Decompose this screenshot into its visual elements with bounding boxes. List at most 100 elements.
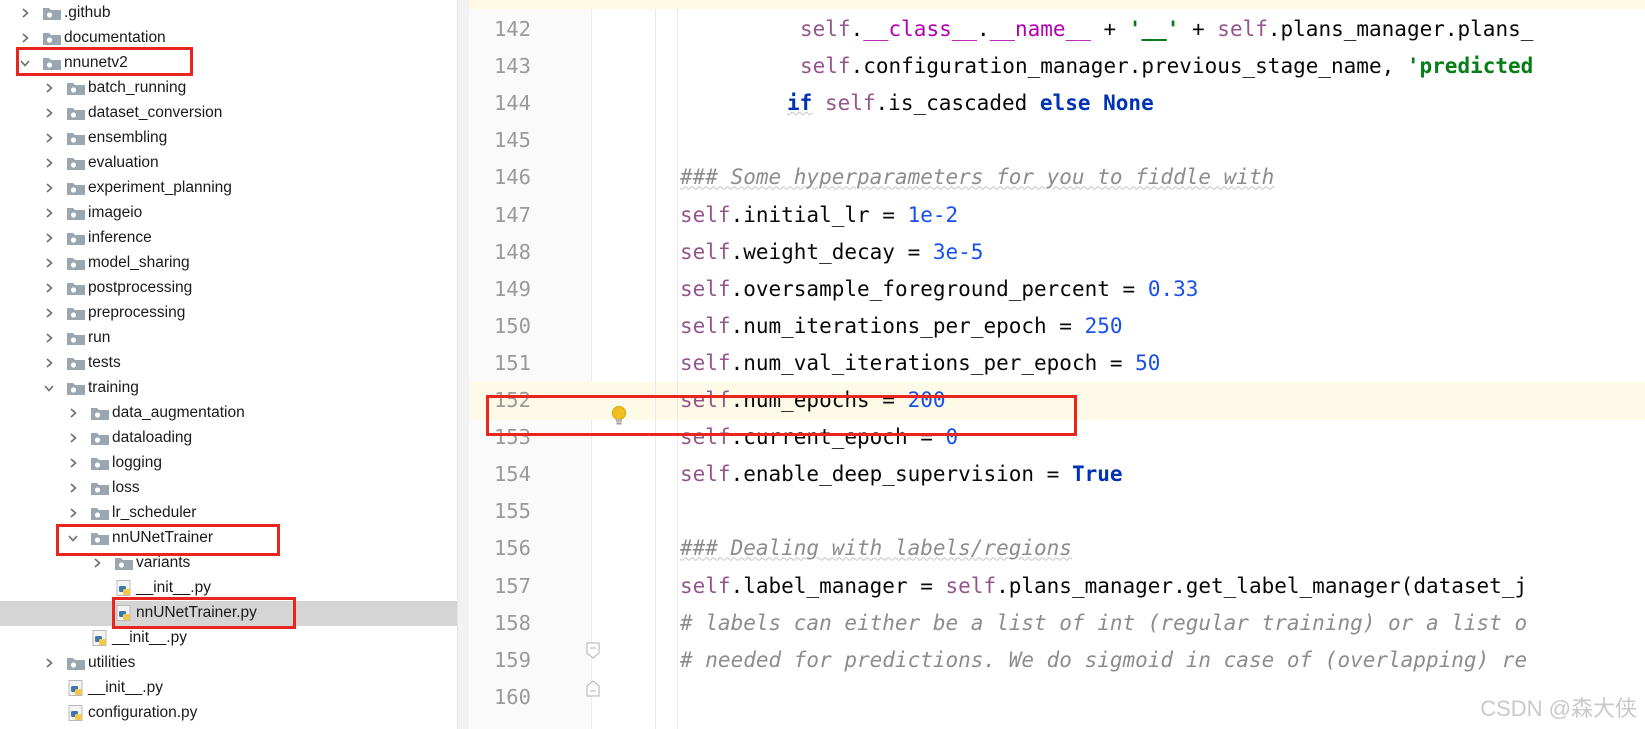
chevron-right-icon[interactable] bbox=[42, 181, 56, 195]
code-line[interactable]: 158 # labels can either be a list of int … bbox=[469, 605, 1645, 643]
tree-item-label: evaluation bbox=[88, 154, 159, 171]
chevron-right-icon[interactable] bbox=[66, 481, 80, 495]
tree-item-label: configuration.py bbox=[88, 704, 198, 721]
tree-file-row[interactable]: configuration.py bbox=[0, 701, 468, 726]
tree-folder-row[interactable]: run bbox=[0, 326, 468, 351]
tree-folder-row[interactable]: .github bbox=[0, 1, 468, 26]
line-number: 148 bbox=[493, 239, 531, 264]
chevron-right-icon[interactable] bbox=[42, 231, 56, 245]
line-number: 154 bbox=[493, 462, 531, 487]
code-line[interactable]: 144 if self.is_cascaded else None bbox=[469, 85, 1645, 123]
tree-item-label: experiment_planning bbox=[88, 179, 232, 196]
tree-item-label: variants bbox=[136, 554, 191, 571]
code-text: ### Some hyperparameters for you to fidd… bbox=[680, 165, 1274, 189]
tree-item-label: imageio bbox=[88, 204, 143, 221]
chevron-right-icon[interactable] bbox=[42, 156, 56, 170]
folder-icon bbox=[91, 483, 109, 495]
tree-file-row[interactable]: __init__.py bbox=[0, 676, 468, 701]
tree-item-label: ensembling bbox=[88, 129, 168, 146]
code-token: self bbox=[800, 17, 851, 41]
tree-folder-row[interactable]: logging bbox=[0, 451, 468, 476]
chevron-right-icon[interactable] bbox=[42, 131, 56, 145]
tree-folder-row[interactable]: dataloading bbox=[0, 426, 468, 451]
chevron-right-icon[interactable] bbox=[18, 6, 32, 20]
folder-icon bbox=[67, 133, 85, 145]
tree-folder-row[interactable]: inference bbox=[0, 226, 468, 251]
chevron-right-icon[interactable] bbox=[42, 106, 56, 120]
chevron-right-icon[interactable] bbox=[66, 506, 80, 520]
tree-folder-row[interactable]: imageio bbox=[0, 201, 468, 226]
code-line[interactable]: 160 bbox=[469, 679, 1645, 717]
code-line[interactable]: 150 self.num_iterations_per_epoch = 250 bbox=[469, 308, 1645, 346]
line-number: 150 bbox=[493, 313, 531, 338]
chevron-right-icon[interactable] bbox=[66, 456, 80, 470]
chevron-right-icon[interactable] bbox=[42, 81, 56, 95]
chevron-right-icon[interactable] bbox=[42, 656, 56, 670]
code-token: 1e-2 bbox=[907, 202, 959, 227]
line-number: 159 bbox=[493, 647, 531, 672]
tree-folder-row[interactable]: lr_scheduler bbox=[0, 501, 468, 526]
code-line[interactable]: 142 self.__class__.__name__ + '__' + self… bbox=[469, 11, 1645, 49]
tree-folder-row[interactable]: utilities bbox=[0, 651, 468, 676]
tree-folder-row[interactable]: model_sharing bbox=[0, 251, 468, 276]
line-number: 160 bbox=[493, 684, 531, 709]
code-line[interactable]: 159 # needed for predictions. We do sigmo… bbox=[469, 642, 1645, 680]
chevron-right-icon[interactable] bbox=[42, 331, 56, 345]
tree-item-label: batch_running bbox=[88, 79, 187, 96]
chevron-right-icon[interactable] bbox=[42, 256, 56, 270]
chevron-right-icon[interactable] bbox=[42, 306, 56, 320]
code-line[interactable]: 156 ### Dealing with labels/regions bbox=[469, 530, 1645, 568]
code-line[interactable]: 154 self.enable_deep_supervision = True bbox=[469, 456, 1645, 494]
chevron-right-icon[interactable] bbox=[90, 556, 104, 570]
tree-folder-row[interactable]: ensembling bbox=[0, 126, 468, 151]
fold-marker-icon[interactable] bbox=[586, 642, 600, 660]
code-line[interactable]: 147 self.initial_lr = 1e-2 bbox=[469, 197, 1645, 235]
code-line[interactable]: 143 self.configuration_manager.previous_s… bbox=[469, 48, 1645, 86]
tree-folder-row[interactable]: postprocessing bbox=[0, 276, 468, 301]
code-editor[interactable]: 142 self.__class__.__name__ + '__' + self… bbox=[469, 0, 1645, 729]
chevron-right-icon[interactable] bbox=[18, 31, 32, 45]
code-line[interactable]: 149 self.oversample_foreground_percent = … bbox=[469, 271, 1645, 309]
tree-folder-row[interactable]: evaluation bbox=[0, 151, 468, 176]
highlight-box-num-epochs-line bbox=[486, 395, 1077, 436]
chevron-right-icon[interactable] bbox=[42, 206, 56, 220]
chevron-down-icon[interactable] bbox=[42, 381, 56, 395]
code-token: # labels can either be a list of int (re… bbox=[680, 610, 1528, 635]
code-line[interactable]: 157 self.label_manager = self.plans_manag… bbox=[469, 568, 1645, 606]
tree-folder-row[interactable]: preprocessing bbox=[0, 301, 468, 326]
tree-folder-row[interactable]: batch_running bbox=[0, 76, 468, 101]
chevron-right-icon[interactable] bbox=[66, 431, 80, 445]
tree-folder-row[interactable]: loss bbox=[0, 476, 468, 501]
chevron-right-icon[interactable] bbox=[66, 406, 80, 420]
tree-item-label: utilities bbox=[88, 654, 136, 671]
folder-icon bbox=[67, 83, 85, 95]
code-line[interactable]: 155 bbox=[469, 493, 1645, 531]
code-line[interactable]: 146 ### Some hyperparameters for you to f… bbox=[469, 159, 1645, 197]
code-line[interactable]: 145 bbox=[469, 122, 1645, 160]
chevron-right-icon[interactable] bbox=[42, 356, 56, 370]
line-number: 144 bbox=[493, 91, 531, 116]
tree-folder-row[interactable]: experiment_planning bbox=[0, 176, 468, 201]
fold-marker-icon[interactable] bbox=[586, 679, 600, 697]
code-token: . bbox=[850, 17, 864, 41]
code-line[interactable]: 151 self.num_val_iterations_per_epoch = 5… bbox=[469, 345, 1645, 383]
python-file-icon bbox=[92, 630, 107, 646]
chevron-right-icon[interactable] bbox=[42, 281, 56, 295]
code-token: self bbox=[800, 54, 851, 79]
python-file-icon bbox=[68, 705, 83, 721]
tree-folder-row[interactable]: training bbox=[0, 376, 468, 401]
folder-icon bbox=[67, 283, 85, 295]
line-number: 147 bbox=[493, 202, 531, 227]
code-text: self.enable_deep_supervision = True bbox=[680, 462, 1123, 486]
tree-item-label: model_sharing bbox=[88, 254, 190, 271]
tree-folder-row[interactable]: data_augmentation bbox=[0, 401, 468, 426]
code-text: self.num_iterations_per_epoch = 250 bbox=[680, 314, 1123, 338]
tree-file-row[interactable]: __init__.py bbox=[0, 626, 468, 651]
tree-folder-row[interactable]: tests bbox=[0, 351, 468, 376]
editor-top-strip bbox=[469, 0, 1645, 9]
tree-folder-row[interactable]: dataset_conversion bbox=[0, 101, 468, 126]
code-line[interactable]: 148 self.weight_decay = 3e-5 bbox=[469, 234, 1645, 272]
tree-item-label: training bbox=[88, 379, 139, 396]
code-token: self bbox=[1217, 17, 1268, 41]
